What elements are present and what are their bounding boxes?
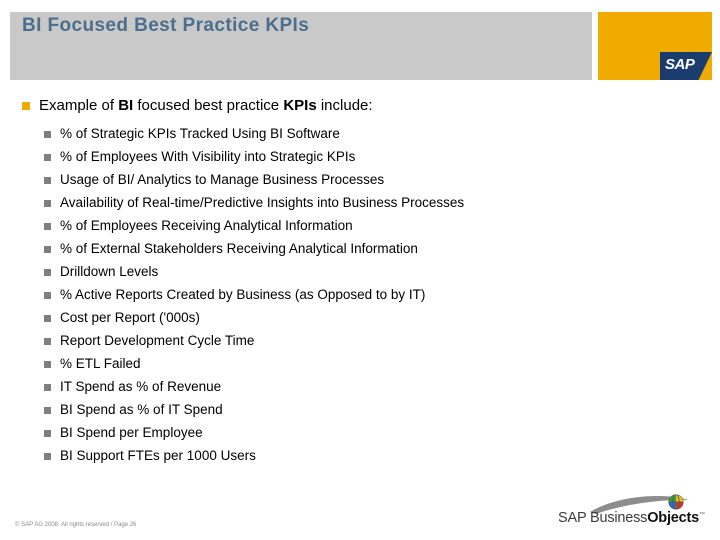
kpi-list: % of Strategic KPIs Tracked Using BI Sof… <box>0 125 720 470</box>
slide-content: Example of BI focused best practice KPIs… <box>0 96 720 470</box>
list-item-label: BI Spend as % of IT Spend <box>60 402 223 417</box>
bullet-square-icon <box>22 102 30 110</box>
lead-in-suffix: include: <box>316 97 373 114</box>
bullet-square-icon <box>44 246 51 253</box>
list-item: % of External Stakeholders Receiving Ana… <box>0 240 720 263</box>
list-item: % of Employees With Visibility into Stra… <box>0 148 720 171</box>
list-item-label: IT Spend as % of Revenue <box>60 379 222 394</box>
list-item: Cost per Report ('000s) <box>0 309 720 332</box>
bullet-square-icon <box>44 200 51 207</box>
list-item-label: Cost per Report ('000s) <box>60 310 200 325</box>
sap-businessobjects-logo: SAP BusinessObjects™ <box>556 492 706 530</box>
list-item-label: Report Development Cycle Time <box>60 333 255 348</box>
bullet-square-icon <box>44 453 51 460</box>
list-item-label: % ETL Failed <box>60 356 141 371</box>
list-item: BI Spend as % of IT Spend <box>0 401 720 424</box>
list-item: % of Employees Receiving Analytical Info… <box>0 217 720 240</box>
list-item-label: Drilldown Levels <box>60 264 159 279</box>
bullet-square-icon <box>44 384 51 391</box>
lead-in-middle: focused best practice <box>133 97 284 114</box>
brand-regular-text: SAP Business <box>558 510 648 526</box>
bullet-square-icon <box>44 131 51 138</box>
list-item-label: % Active Reports Created by Business (as… <box>60 287 426 302</box>
copyright-notice: © SAP AG 2008. All rights reserved / Pag… <box>15 522 137 528</box>
list-item: % of Strategic KPIs Tracked Using BI Sof… <box>0 125 720 148</box>
bullet-square-icon <box>44 407 51 414</box>
list-item-label: % of Employees With Visibility into Stra… <box>60 149 356 164</box>
list-item: % ETL Failed <box>0 355 720 378</box>
lead-in-bold-kpis: KPIs <box>283 97 317 114</box>
lead-in-prefix: Example of <box>39 97 119 114</box>
sap-logo-wordmark: SAP <box>665 56 695 73</box>
list-item-label: BI Support FTEs per 1000 Users <box>60 448 256 463</box>
bullet-square-icon <box>44 223 51 230</box>
list-item-label: Usage of BI/ Analytics to Manage Busines… <box>60 172 385 187</box>
list-item-label: % of Employees Receiving Analytical Info… <box>60 218 353 233</box>
bullet-square-icon <box>44 292 51 299</box>
list-item: BI Spend per Employee <box>0 424 720 447</box>
bullet-square-icon <box>44 338 51 345</box>
page-title: BI Focused Best Practice KPIs <box>22 15 310 36</box>
list-item-label: Availability of Real-time/Predictive Ins… <box>60 195 465 210</box>
list-item-label: % of External Stakeholders Receiving Ana… <box>60 241 418 256</box>
list-item: Availability of Real-time/Predictive Ins… <box>0 194 720 217</box>
lead-in-bold-bi: BI <box>118 97 134 114</box>
trademark-symbol: ™ <box>699 512 705 519</box>
list-item-lead-in: Example of BI focused best practice KPIs… <box>0 96 720 115</box>
list-item: % Active Reports Created by Business (as… <box>0 286 720 309</box>
list-item: Drilldown Levels <box>0 263 720 286</box>
bullet-square-icon <box>44 269 51 276</box>
bullet-square-icon <box>44 361 51 368</box>
bullet-square-icon <box>44 430 51 437</box>
list-item-label: BI Spend per Employee <box>60 425 203 440</box>
sap-logo: SAP <box>660 52 712 80</box>
bullet-square-icon <box>44 154 51 161</box>
bullet-square-icon <box>44 177 51 184</box>
list-item: IT Spend as % of Revenue <box>0 378 720 401</box>
list-item: Report Development Cycle Time <box>0 332 720 355</box>
bullet-square-icon <box>44 315 51 322</box>
globe-icon <box>668 494 684 510</box>
list-item: Usage of BI/ Analytics to Manage Busines… <box>0 171 720 194</box>
list-item: BI Support FTEs per 1000 Users <box>0 447 720 470</box>
brand-wordmark: SAP BusinessObjects™ <box>558 510 705 526</box>
lead-in-text: Example of BI focused best practice KPIs… <box>39 96 373 115</box>
list-item-label: % of Strategic KPIs Tracked Using BI Sof… <box>60 126 340 141</box>
brand-bold-text: Objects <box>647 510 700 526</box>
